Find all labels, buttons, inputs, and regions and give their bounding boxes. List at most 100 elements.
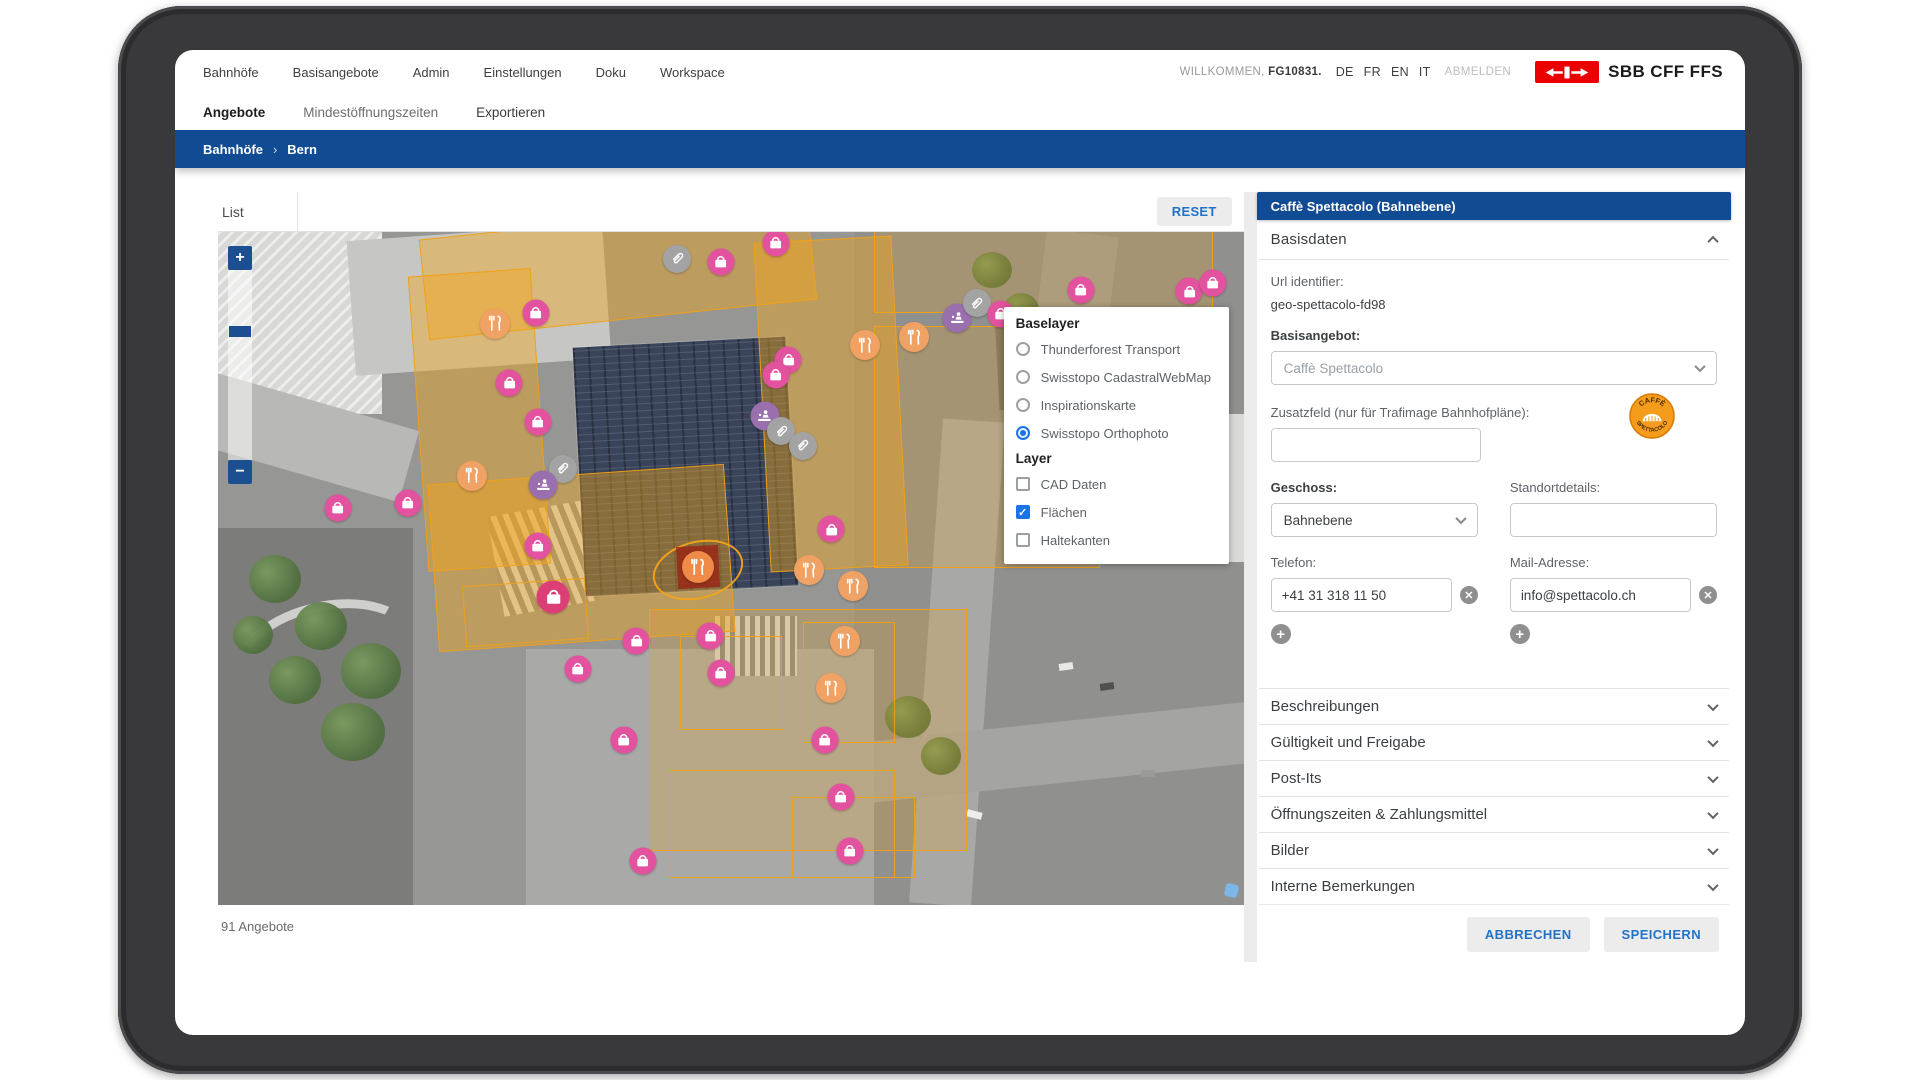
section-oeffnungszeiten-zahlungsmittel[interactable]: Öffnungszeiten & Zahlungsmittel [1259,796,1729,832]
poi-marker-shop[interactable] [836,838,863,865]
section-bilder[interactable]: Bilder [1259,832,1729,868]
poi-marker-shop[interactable] [707,248,734,275]
radio-icon[interactable] [1016,370,1030,384]
tab-angebote[interactable]: Angebote [203,105,265,120]
chevron-down-icon [1707,735,1718,746]
poi-marker-shop[interactable] [524,408,551,435]
nav-basisangebote[interactable]: Basisangebote [293,65,379,80]
nav-einstellungen[interactable]: Einstellungen [484,65,562,80]
sub-nav: Angebote Mindestöffnungszeiten Exportier… [175,94,1745,130]
poi-marker-service[interactable] [663,245,691,273]
poi-marker-shop[interactable] [762,361,789,388]
map-attribution-icon[interactable] [1223,883,1238,898]
nav-admin[interactable]: Admin [413,65,450,80]
lang-de[interactable]: DE [1336,65,1354,79]
baselayer-option-orthophoto[interactable]: Swisstopo Orthophoto [1016,419,1219,447]
zoom-slider-thumb[interactable] [229,326,251,337]
logout-link[interactable]: ABMELDEN [1445,66,1511,78]
add-mail-button[interactable]: + [1510,624,1530,644]
baselayer-option-inspirationskarte[interactable]: Inspirationskarte [1016,391,1219,419]
nav-doku[interactable]: Doku [596,65,626,80]
map-viewport[interactable]: + − Baselayer Thunderforest Transport [218,232,1244,905]
section-gueltigkeit-und-freigabe[interactable]: Gültigkeit und Freigabe [1259,724,1729,760]
poi-marker-shop[interactable] [812,727,839,754]
nav-workspace[interactable]: Workspace [660,65,725,80]
tab-exportieren[interactable]: Exportieren [476,105,545,120]
poi-marker-food[interactable] [480,309,510,339]
poi-marker-shop[interactable] [394,489,421,516]
poi-marker-shop[interactable] [324,494,351,521]
zoom-out-button[interactable]: − [228,460,252,484]
clear-mail-icon[interactable]: ✕ [1699,586,1717,604]
reset-button[interactable]: RESET [1157,197,1232,226]
poi-marker-shop[interactable] [623,628,650,655]
geschoss-select[interactable]: Bahnebene [1271,503,1478,537]
poi-marker-shop[interactable] [1067,276,1094,303]
mail-input[interactable] [1510,578,1691,612]
chevron-up-icon [1707,235,1718,246]
layer-option-haltekanten[interactable]: Haltekanten [1016,526,1219,554]
breadcrumb-bar: Bahnhöfe › Bern [175,130,1745,168]
poi-marker-service[interactable] [789,432,817,460]
clear-telefon-icon[interactable]: ✕ [1460,586,1478,604]
poi-marker-shop-big[interactable] [537,580,570,613]
baselayer-option-cadastral[interactable]: Swisstopo CadastralWebMap [1016,363,1219,391]
poi-marker-food[interactable] [850,330,880,360]
content-area: List RESET [175,168,1745,962]
zusatzfeld-input[interactable] [1271,428,1481,462]
poi-marker-shop[interactable] [611,727,638,754]
poi-marker-shop[interactable] [522,299,549,326]
checkbox-icon[interactable] [1016,533,1030,547]
panel-actions: ABBRECHEN SPEICHERN [1259,904,1729,962]
zoom-in-button[interactable]: + [228,246,252,270]
radio-icon[interactable] [1016,342,1030,356]
poi-marker-food[interactable] [457,461,487,491]
poi-marker-shop[interactable] [496,369,523,396]
telefon-input[interactable] [1271,578,1452,612]
poi-marker-desk[interactable] [529,471,558,500]
section-interne-bemerkungen[interactable]: Interne Bemerkungen [1259,868,1729,904]
poi-marker-shop[interactable] [827,783,854,810]
save-button[interactable]: SPEICHERN [1604,917,1719,952]
baselayer-title: Baselayer [1016,316,1219,331]
poi-marker-food-selected[interactable] [682,551,714,583]
checkbox-icon[interactable] [1016,505,1030,519]
lang-fr[interactable]: FR [1364,65,1381,79]
add-telefon-button[interactable]: + [1271,624,1291,644]
chevron-down-icon [1707,879,1718,890]
list-tab[interactable]: List [218,192,298,231]
lang-it[interactable]: IT [1419,65,1431,79]
layer-option-flaechen[interactable]: Flächen [1016,498,1219,526]
breadcrumb-bahnhoefe[interactable]: Bahnhöfe [203,142,263,157]
poi-marker-shop[interactable] [524,532,551,559]
section-basisdaten[interactable]: Basisdaten [1259,220,1729,260]
poi-marker-food[interactable] [816,673,846,703]
standortdetails-input[interactable] [1510,503,1717,537]
radio-icon[interactable] [1016,426,1030,440]
poi-marker-shop[interactable] [564,655,591,682]
poi-marker-shop[interactable] [818,516,845,543]
offers-count: 91 Angebote [218,905,1244,934]
poi-marker-shop[interactable] [629,847,656,874]
poi-marker-shop[interactable] [707,659,734,686]
poi-marker-food[interactable] [838,571,868,601]
geschoss-label: Geschoss: [1271,480,1478,495]
zoom-slider-track[interactable] [228,270,252,460]
basisangebot-select[interactable]: Caffè Spettacolo [1271,351,1717,385]
poi-marker-food[interactable] [830,626,860,656]
poi-marker-shop[interactable] [1199,270,1226,297]
sbb-logo: SBB CFF FFS [1535,61,1723,83]
section-beschreibungen[interactable]: Beschreibungen [1259,688,1729,724]
poi-marker-food[interactable] [794,555,824,585]
layer-option-cad-daten[interactable]: CAD Daten [1016,470,1219,498]
nav-bahnhoefe[interactable]: Bahnhöfe [203,65,259,80]
section-post-its[interactable]: Post-Its [1259,760,1729,796]
tab-mindestoeffnungszeiten[interactable]: Mindestöffnungszeiten [303,105,438,120]
checkbox-icon[interactable] [1016,477,1030,491]
poi-marker-shop[interactable] [697,622,724,649]
poi-marker-food[interactable] [899,322,929,352]
cancel-button[interactable]: ABBRECHEN [1467,917,1590,952]
lang-en[interactable]: EN [1391,65,1409,79]
baselayer-option-thunderforest[interactable]: Thunderforest Transport [1016,335,1219,363]
radio-icon[interactable] [1016,398,1030,412]
